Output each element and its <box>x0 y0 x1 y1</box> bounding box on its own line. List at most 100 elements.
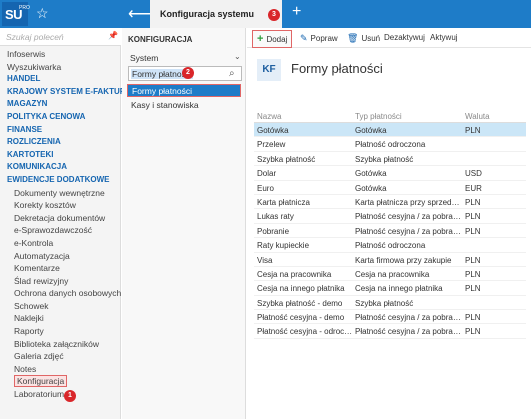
back-arrow-icon[interactable]: ⟵ <box>128 4 151 24</box>
config-item-formy-platnosci[interactable]: Formy płatności <box>127 84 241 97</box>
deactivate-button[interactable]: Dezaktywuj <box>384 33 425 42</box>
add-button-label: Dodaj <box>266 35 288 44</box>
table-row[interactable]: Przelew Płatność odroczona <box>254 137 526 152</box>
sidebar-item-e-kontrola[interactable]: e-Kontrola <box>0 237 121 250</box>
table-cell: Płatność cesyjna / za pobrani... <box>355 327 461 337</box>
table-cell: Płatność cesyjna / za pobrani... <box>355 313 461 323</box>
sidebar-section-magazyn[interactable]: MAGAZYN <box>0 98 121 111</box>
sidebar-section-komunikacja[interactable]: KOMUNIKACJA <box>0 161 121 174</box>
table-row[interactable]: Płatność cesyjna - odroczo... Płatność ce… <box>254 324 526 339</box>
delete-button-label: Usuń <box>361 34 381 43</box>
add-tab-icon[interactable]: + <box>292 3 301 21</box>
sidebar-item-dokumenty-wewne-trzne[interactable]: Dokumenty wewnętrzne <box>0 187 121 200</box>
config-item-kasy[interactable]: Kasy i stanowiska <box>131 100 199 110</box>
chevron-down-icon[interactable]: ⌄ <box>234 52 241 61</box>
table-cell: Euro <box>257 183 274 193</box>
table-row[interactable]: Płatność cesyjna - demo Płatność cesyjna … <box>254 310 526 325</box>
table-cell: Cesja na pracownika <box>257 269 332 279</box>
sidebar-item-biblioteka-za-a-czniko-w[interactable]: Biblioteka załączników <box>0 338 121 351</box>
table-row[interactable]: Lukas raty Płatność cesyjna / za pobrani.… <box>254 209 526 224</box>
plus-icon: + <box>257 33 264 45</box>
add-button[interactable]: + Dodaj <box>252 30 293 48</box>
column-header-waluta[interactable]: Waluta <box>465 112 523 121</box>
sidebar-item-s-lad-rewizyjny[interactable]: Ślad rewizyjny <box>0 275 121 288</box>
table-cell: Visa <box>257 255 273 265</box>
search-icon[interactable]: ⌕ <box>229 68 235 79</box>
sidebar-item-raporty[interactable]: Raporty <box>0 325 121 338</box>
table-cell: Szybka płatność - demo <box>257 298 343 308</box>
table-row[interactable]: Karta płatnicza Karta płatnicza przy sprz… <box>254 195 526 210</box>
sidebar-nav: Infoserwis Wyszukiwarka HANDEL KRAJOWY SYST… <box>0 48 126 401</box>
table-cell: Karta firmowa przy zakupie <box>355 255 452 265</box>
table-row[interactable]: Visa Karta firmowa przy zakupie PLN <box>254 253 526 267</box>
table-cell: Przelew <box>257 140 286 150</box>
table-row[interactable]: Cesja na innego płatnika Cesja na innego … <box>254 281 526 296</box>
config-panel-title: KONFIGURACJA <box>128 35 193 44</box>
sidebar-item-notes[interactable]: Notes <box>0 363 121 376</box>
table-row[interactable]: Szybka płatność - demo Szybka płatność <box>254 296 526 311</box>
delete-button[interactable]: 🗑 Usuń <box>347 33 380 44</box>
command-search[interactable]: Szukaj poleceń 📌 <box>0 28 121 46</box>
table-cell: PLN <box>465 284 481 294</box>
table-cell: Gotówka <box>355 126 387 135</box>
app-logo[interactable]: SU PRO <box>2 2 30 26</box>
sidebar-item-komentarze[interactable]: Komentarze <box>0 262 121 275</box>
table-cell: Lukas raty <box>257 212 294 222</box>
table-cell: Gotówka <box>355 169 387 179</box>
sidebar-item-naklejki[interactable]: Naklejki <box>0 312 121 325</box>
sidebar-section-polityka-cenowa[interactable]: POLITYKA CENOWA <box>0 111 121 124</box>
activate-button[interactable]: Aktywuj <box>430 33 458 42</box>
sidebar-item-wyszukiwarka[interactable]: Wyszukiwarka <box>0 61 121 74</box>
config-dropdown-value[interactable]: System <box>130 53 158 63</box>
table-cell: Płatność odroczona <box>355 140 426 150</box>
page-badge: KF <box>257 59 281 81</box>
table-row[interactable]: Euro Gotówka EUR <box>254 181 526 195</box>
table-row[interactable]: Dolar Gotówka USD <box>254 166 526 181</box>
sidebar-item-laboratorium[interactable]: Laboratorium <box>0 388 121 401</box>
sidebar-section-krajowy-system-e-faktur[interactable]: KRAJOWY SYSTEM E-FAKTUR <box>0 86 126 99</box>
table-cell: PLN <box>465 226 481 236</box>
sidebar-item-ochrona-danych-osobowych[interactable]: Ochrona danych osobowych <box>0 287 121 300</box>
sidebar-item-dekretacja-dokumento-w[interactable]: Dekretacja dokumentów <box>0 212 121 225</box>
table-cell: Płatność cesyjna - odroczo... <box>257 327 353 337</box>
sidebar-section-handel[interactable]: HANDEL <box>0 73 121 86</box>
sidebar-section-finanse[interactable]: FINANSE <box>0 124 121 137</box>
page-title: Formy płatności <box>291 61 383 76</box>
toolbar: + Dodaj ✎ Popraw 🗑 Usuń Dezaktywuj Aktywuj <box>247 28 531 48</box>
table-row[interactable]: Szybka płatność Szybka płatność <box>254 152 526 167</box>
table-cell: Szybka płatność <box>355 154 414 164</box>
sidebar-section-rozliczenia[interactable]: ROZLICZENIA <box>0 136 121 149</box>
pin-icon[interactable]: 📌 <box>108 31 118 40</box>
table-cell: PLN <box>465 255 481 265</box>
sidebar-item-automatyzacja[interactable]: Automatyzacja <box>0 250 121 263</box>
sidebar-item-schowek[interactable]: Schowek <box>0 300 121 313</box>
table-cell: PLN <box>465 197 481 207</box>
table-cell: Szybka płatność <box>257 154 316 164</box>
column-header-typ[interactable]: Typ płatności <box>355 112 461 121</box>
sidebar-item-korekty-koszto-w[interactable]: Korekty kosztów <box>0 199 121 212</box>
command-search-placeholder: Szukaj poleceń <box>6 32 64 42</box>
sidebar-item-konfiguracja[interactable]: Konfiguracja <box>0 375 121 388</box>
table-row[interactable]: Raty kupieckie Płatność odroczona <box>254 238 526 253</box>
table-cell: Szybka płatność <box>355 298 414 308</box>
edit-button[interactable]: ✎ Popraw <box>300 33 338 44</box>
top-bar: SU PRO ☆ ⟵ Konfiguracja systemu + <box>0 0 531 28</box>
sidebar-item-e-sprawozdawczos-c[interactable]: e-Sprawozdawczość <box>0 224 121 237</box>
sidebar-section-kartoteki[interactable]: KARTOTEKI <box>0 149 121 162</box>
tab-konfiguracja-systemu[interactable]: Konfiguracja systemu <box>150 0 282 28</box>
column-header-nazwa[interactable]: Nazwa <box>257 112 353 121</box>
edit-button-label: Popraw <box>310 34 338 43</box>
sidebar-section-ewidencje-dodatkowe[interactable]: EWIDENCJE DODATKOWE <box>0 174 121 187</box>
table-row[interactable]: Gotówka Gotówka PLN <box>254 123 526 138</box>
star-icon[interactable]: ☆ <box>36 5 49 22</box>
table-row[interactable]: Cesja na pracownika Cesja na pracownika PL… <box>254 267 526 282</box>
step-badge-1: 1 <box>64 390 76 402</box>
table-row[interactable]: Pobranie Płatność cesyjna / za pobrani...… <box>254 224 526 239</box>
config-panel: KONFIGURACJA System ⌄ Formy płatności ⌕ … <box>122 28 246 419</box>
table-cell: PLN <box>465 313 481 323</box>
table-cell: PLN <box>465 327 481 337</box>
sidebar-item-infoserwis[interactable]: Infoserwis <box>0 48 121 61</box>
sidebar-item-galeria-zdje-c[interactable]: Galeria zdjęć <box>0 350 121 363</box>
table-cell: Płatność cesyjna / za pobrani... <box>355 226 461 236</box>
table-cell: Cesja na innego płatnika <box>257 284 345 294</box>
